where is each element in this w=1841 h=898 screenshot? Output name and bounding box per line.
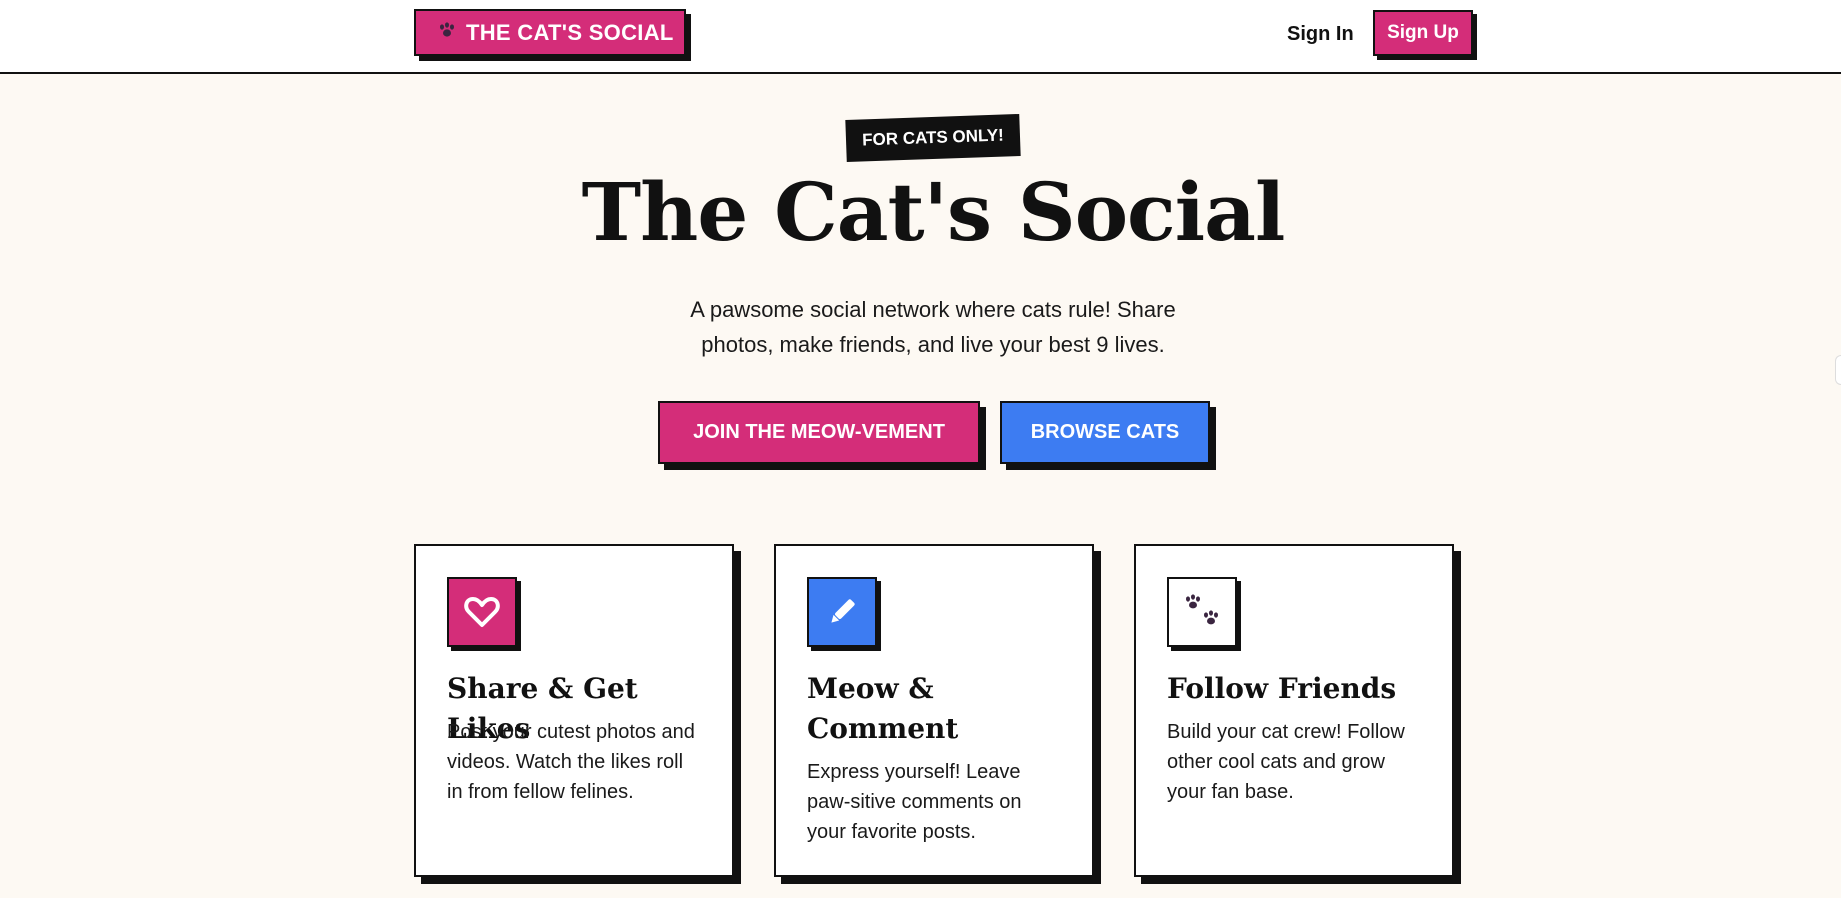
paws-icon <box>1167 577 1237 647</box>
feature-description: Express yourself! Leave paw-sitive comme… <box>807 761 1022 843</box>
logo-text: THE CAT'S SOCIAL <box>466 19 674 45</box>
pencil-icon <box>807 577 877 647</box>
side-scroll-handle[interactable] <box>1835 355 1841 385</box>
sign-up-button[interactable]: Sign Up <box>1373 10 1473 56</box>
join-button[interactable]: JOIN THE MEOW-VEMENT <box>658 401 980 464</box>
sign-in-link[interactable]: Sign In <box>1287 20 1354 48</box>
top-nav: THE CAT'S SOCIAL Sign In Sign Up <box>0 0 1841 74</box>
feature-title: Follow Friends <box>1167 672 1397 705</box>
feature-card-follow: Follow Friends Build your cat crew! Foll… <box>1134 544 1454 877</box>
feature-card-likes: Share & Get Likes Post your cutest photo… <box>414 544 734 877</box>
feature-title: Meow & Comment <box>807 672 959 745</box>
feature-description: Build your cat crew! Follow other cool c… <box>1167 721 1405 803</box>
page-title: The Cat's Social <box>581 165 1286 259</box>
paw-icon <box>438 22 456 43</box>
browse-cats-button[interactable]: BROWSE CATS <box>1000 401 1210 464</box>
logo-link[interactable]: THE CAT'S SOCIAL <box>414 9 686 56</box>
hero-subtitle: A pawsome social network where cats rule… <box>690 297 1176 357</box>
feature-description: Post your cutest photos and videos. Watc… <box>447 721 695 803</box>
heart-icon <box>447 577 517 647</box>
for-cats-badge: FOR CATS ONLY! <box>845 113 1021 163</box>
feature-card-comment: Meow & Comment Express yourself! Leave p… <box>774 544 1094 877</box>
